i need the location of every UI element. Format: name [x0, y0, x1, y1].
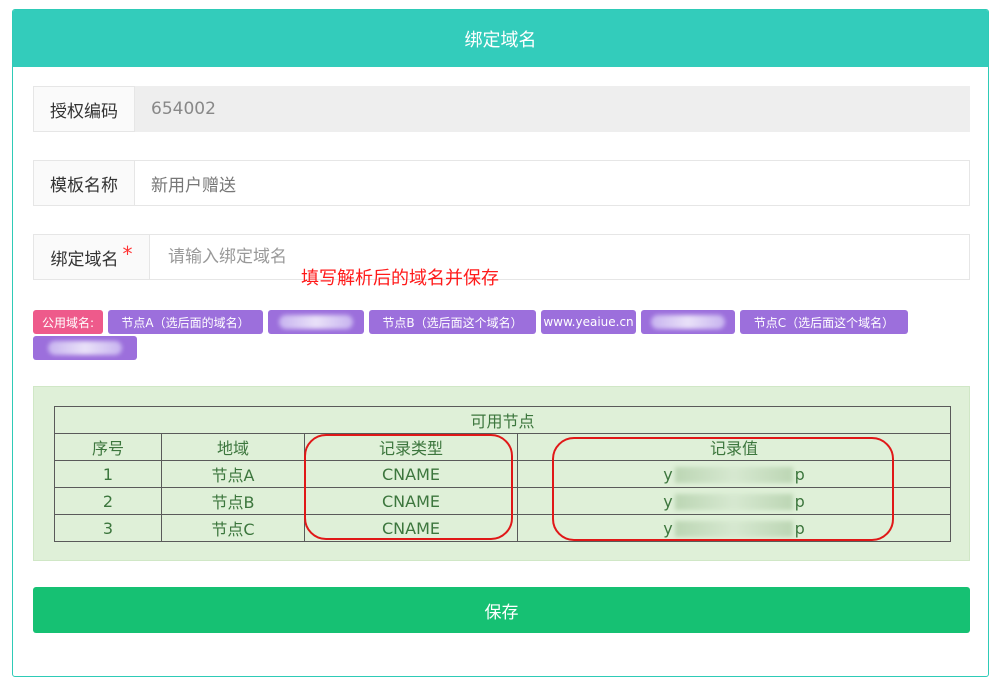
annotation-note: 填写解析后的域名并保存 — [301, 268, 499, 289]
auth-code-row: 授权编码 654002 — [33, 86, 970, 132]
cell-record-type: CNAME — [304, 514, 518, 542]
record-value-prefix: y — [663, 491, 673, 511]
cell-record-value: yp — [517, 514, 951, 542]
record-value-prefix: y — [663, 464, 673, 484]
available-nodes-box: 可用节点 序号 地域 记录类型 记录值 1 节点A CNAME yp 2 节点B… — [33, 386, 970, 561]
cell-record-type: CNAME — [304, 460, 518, 488]
cell-record-value: yp — [517, 487, 951, 515]
record-value-prefix: y — [663, 518, 673, 538]
cell-region: 节点A — [161, 460, 305, 488]
domain-tag-node-b[interactable]: 节点B（选后面这个域名） — [369, 310, 536, 334]
redacted-record-value — [674, 494, 793, 510]
redacted-domain — [48, 341, 122, 355]
table-row: 2 节点B CNAME yp — [54, 487, 951, 515]
table-header-row: 序号 地域 记录类型 记录值 — [54, 433, 951, 461]
domain-tag-blurred-3[interactable] — [33, 336, 137, 360]
record-value-suffix: p — [794, 464, 805, 484]
cell-index: 2 — [54, 487, 162, 515]
required-mark: * — [122, 242, 133, 266]
auth-code-label: 授权编码 — [33, 86, 135, 132]
redacted-record-value — [674, 467, 793, 483]
table-row: 1 节点A CNAME yp — [54, 460, 951, 488]
bind-domain-label-text: 绑定域名 — [50, 249, 119, 270]
cell-region: 节点B — [161, 487, 305, 515]
header-record-value: 记录值 — [517, 433, 951, 461]
domain-tag-blurred-2[interactable] — [641, 310, 735, 334]
template-name-field[interactable]: 新用户赠送 — [135, 160, 970, 206]
cell-index: 3 — [54, 514, 162, 542]
bind-domain-field[interactable] — [150, 234, 970, 280]
auth-code-field: 654002 — [135, 86, 970, 132]
record-value-suffix: p — [794, 518, 805, 538]
domain-tag-node-a[interactable]: 节点A（选后面的域名） — [108, 310, 263, 334]
record-value-suffix: p — [794, 491, 805, 511]
domain-tag-yeaiue[interactable]: www.yeaiue.cn — [541, 310, 636, 334]
public-domain-label: 公用域名: — [33, 310, 103, 334]
cell-record-value: yp — [517, 460, 951, 488]
domain-tag-blurred-1[interactable] — [268, 310, 364, 334]
cell-record-type: CNAME — [304, 487, 518, 515]
domain-tag-node-c[interactable]: 节点C（选后面这个域名） — [740, 310, 908, 334]
template-name-label: 模板名称 — [33, 160, 135, 206]
table-caption: 可用节点 — [54, 406, 951, 434]
header-index: 序号 — [54, 433, 162, 461]
save-button[interactable]: 保存 — [33, 587, 970, 633]
available-nodes-table: 可用节点 序号 地域 记录类型 记录值 1 节点A CNAME yp 2 节点B… — [54, 406, 951, 542]
redacted-domain — [651, 315, 725, 329]
bind-domain-row: 绑定域名 * — [33, 234, 970, 280]
redacted-domain — [279, 315, 353, 329]
redacted-record-value — [674, 521, 793, 537]
cell-region: 节点C — [161, 514, 305, 542]
template-name-row: 模板名称 新用户赠送 — [33, 160, 970, 206]
bind-domain-panel: 绑定域名 授权编码 654002 模板名称 新用户赠送 绑定域名 * 填写解析后… — [12, 9, 989, 677]
header-record-type: 记录类型 — [304, 433, 518, 461]
panel-title: 绑定域名 — [13, 10, 988, 67]
bind-domain-input[interactable] — [166, 246, 969, 268]
cell-index: 1 — [54, 460, 162, 488]
header-region: 地域 — [161, 433, 305, 461]
bind-domain-label: 绑定域名 * — [33, 234, 150, 280]
table-row: 3 节点C CNAME yp — [54, 514, 951, 542]
